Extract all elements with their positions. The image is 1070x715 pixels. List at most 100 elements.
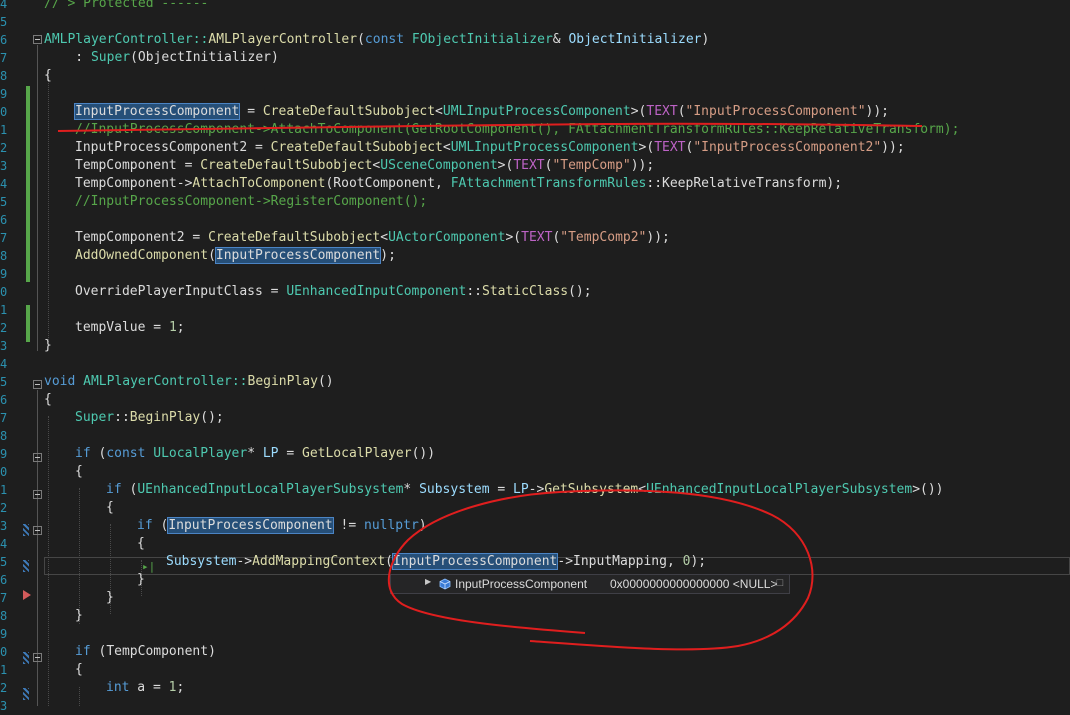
code-line-brace: {: [75, 464, 83, 479]
line-number: 0: [0, 465, 8, 479]
datatip-name: InputProcessComponent: [455, 577, 588, 591]
collapse-toggle-icon[interactable]: [33, 653, 42, 662]
code-line-brace: }: [106, 590, 114, 605]
code-line: if (UEnhancedInputLocalPlayerSubsystem* …: [106, 482, 944, 497]
line-number: 2: [0, 681, 8, 695]
code-line: Super::BeginPlay();: [75, 410, 224, 425]
line-number: 0: [0, 105, 8, 119]
edit-marker-icon: [23, 560, 29, 572]
indent-guide: [79, 687, 80, 706]
line-number: 4: [0, 177, 8, 191]
line-number: 6: [0, 573, 8, 587]
code-line-brace: {: [44, 392, 52, 407]
code-line-function: void AMLPlayerController::BeginPlay(): [44, 374, 334, 389]
collapse-toggle-icon[interactable]: [33, 453, 42, 462]
symbol-highlight: InputProcessComponent: [167, 517, 334, 534]
line-number: 9: [0, 267, 8, 281]
line-number: 1: [0, 303, 8, 317]
code-line: TempComponent2 = CreateDefaultSubobject<…: [75, 230, 670, 245]
line-number: 8: [0, 249, 8, 263]
code-line: TempComponent->AttachToComponent(RootCom…: [75, 176, 843, 191]
line-number: 5: [0, 555, 8, 569]
line-number: 2: [0, 141, 8, 155]
symbol-highlight: InputProcessComponent: [391, 553, 559, 570]
pin-icon[interactable]: -□: [773, 577, 783, 589]
line-number: 1: [0, 663, 8, 677]
variable-object-icon: [439, 578, 451, 590]
code-line-initializer: : Super(ObjectInitializer): [44, 50, 279, 65]
code-line-constructor: AMLPlayerController::AMLPlayerController…: [44, 32, 710, 47]
code-line: tempValue = 1;: [75, 320, 185, 335]
edit-marker-icon: [23, 652, 29, 664]
code-line: int a = 1;: [106, 680, 185, 695]
code-line: if (InputProcessComponent != nullptr): [137, 517, 427, 534]
line-number: 6: [0, 213, 8, 227]
line-number: 5: [0, 195, 8, 209]
change-bar: [26, 86, 30, 282]
line-number: 2: [0, 501, 8, 515]
code-line-comment: // > Protected ------: [44, 0, 209, 11]
indent-guide: [48, 72, 49, 342]
line-number: 8: [0, 609, 8, 623]
indent-guide: [48, 416, 49, 706]
line-number: 6: [0, 393, 8, 407]
code-line-brace: {: [75, 662, 83, 677]
code-line-brace: {: [137, 536, 145, 551]
breakpoint-arrow-icon[interactable]: [23, 590, 31, 600]
line-number: 5: [0, 375, 8, 389]
edit-marker-icon: [23, 688, 29, 700]
code-line-brace: {: [106, 500, 114, 515]
line-number: 9: [0, 447, 8, 461]
line-number: 9: [0, 627, 8, 641]
debugger-datatip[interactable]: ▶ InputProcessComponent 0x00000000000000…: [390, 574, 790, 594]
code-line: TempComponent = CreateDefaultSubobject<U…: [75, 158, 655, 173]
line-number: 6: [0, 33, 8, 47]
code-line: if (TempComponent): [75, 644, 216, 659]
editor-gutter: 4 5 6 7 8 9 0 1 2 3 4 5 6 7 8 9 0 1 2 3 …: [0, 0, 42, 713]
line-number: 4: [0, 357, 8, 371]
change-bar: [26, 305, 30, 342]
line-number: 3: [0, 699, 8, 713]
line-number: 8: [0, 69, 8, 83]
code-line: AddOwnedComponent(InputProcessComponent)…: [75, 247, 396, 264]
line-number: 3: [0, 159, 8, 173]
code-line-current: Subsystem->AddMappingContext(InputProces…: [166, 553, 707, 570]
code-line: InputProcessComponent = CreateDefaultSub…: [73, 103, 890, 120]
next-statement-icon: ▸|: [142, 560, 156, 573]
line-number: 4: [0, 0, 8, 11]
collapse-toggle-icon[interactable]: [33, 490, 42, 499]
fold-line: [37, 45, 38, 351]
code-line: InputProcessComponent2 = CreateDefaultSu…: [75, 140, 905, 155]
code-line-brace: }: [75, 608, 83, 623]
code-line-brace: }: [44, 338, 52, 353]
line-number: 7: [0, 51, 8, 65]
edit-marker-icon: [23, 524, 29, 536]
line-number: 0: [0, 645, 8, 659]
line-number: 5: [0, 15, 8, 29]
code-line-brace: }: [137, 572, 145, 587]
indent-guide: [79, 488, 80, 624]
collapse-toggle-icon[interactable]: [33, 380, 42, 389]
line-number: 3: [0, 339, 8, 353]
expand-triangle-icon[interactable]: ▶: [425, 577, 431, 586]
collapse-toggle-icon[interactable]: [33, 35, 42, 44]
datatip-value[interactable]: 0x0000000000000000 <NULL>: [610, 577, 777, 591]
line-number: 8: [0, 429, 8, 443]
line-number: 0: [0, 285, 8, 299]
symbol-highlight: InputProcessComponent: [214, 247, 382, 264]
code-line-comment: //InputProcessComponent->RegisterCompone…: [75, 194, 428, 209]
line-number: 7: [0, 591, 8, 605]
line-number: 1: [0, 483, 8, 497]
line-number: 7: [0, 411, 8, 425]
code-line-comment: //InputProcessComponent->AttachToCompone…: [75, 122, 960, 137]
line-number: 9: [0, 87, 8, 101]
symbol-highlight: InputProcessComponent: [73, 103, 241, 120]
line-number: 4: [0, 537, 8, 551]
collapse-toggle-icon[interactable]: [33, 526, 42, 535]
line-number: 3: [0, 519, 8, 533]
line-number: 2: [0, 321, 8, 335]
line-number: 7: [0, 231, 8, 245]
code-line-brace: {: [44, 68, 52, 83]
code-line: OverridePlayerInputClass = UEnhancedInpu…: [75, 284, 592, 299]
line-number: 1: [0, 123, 8, 137]
